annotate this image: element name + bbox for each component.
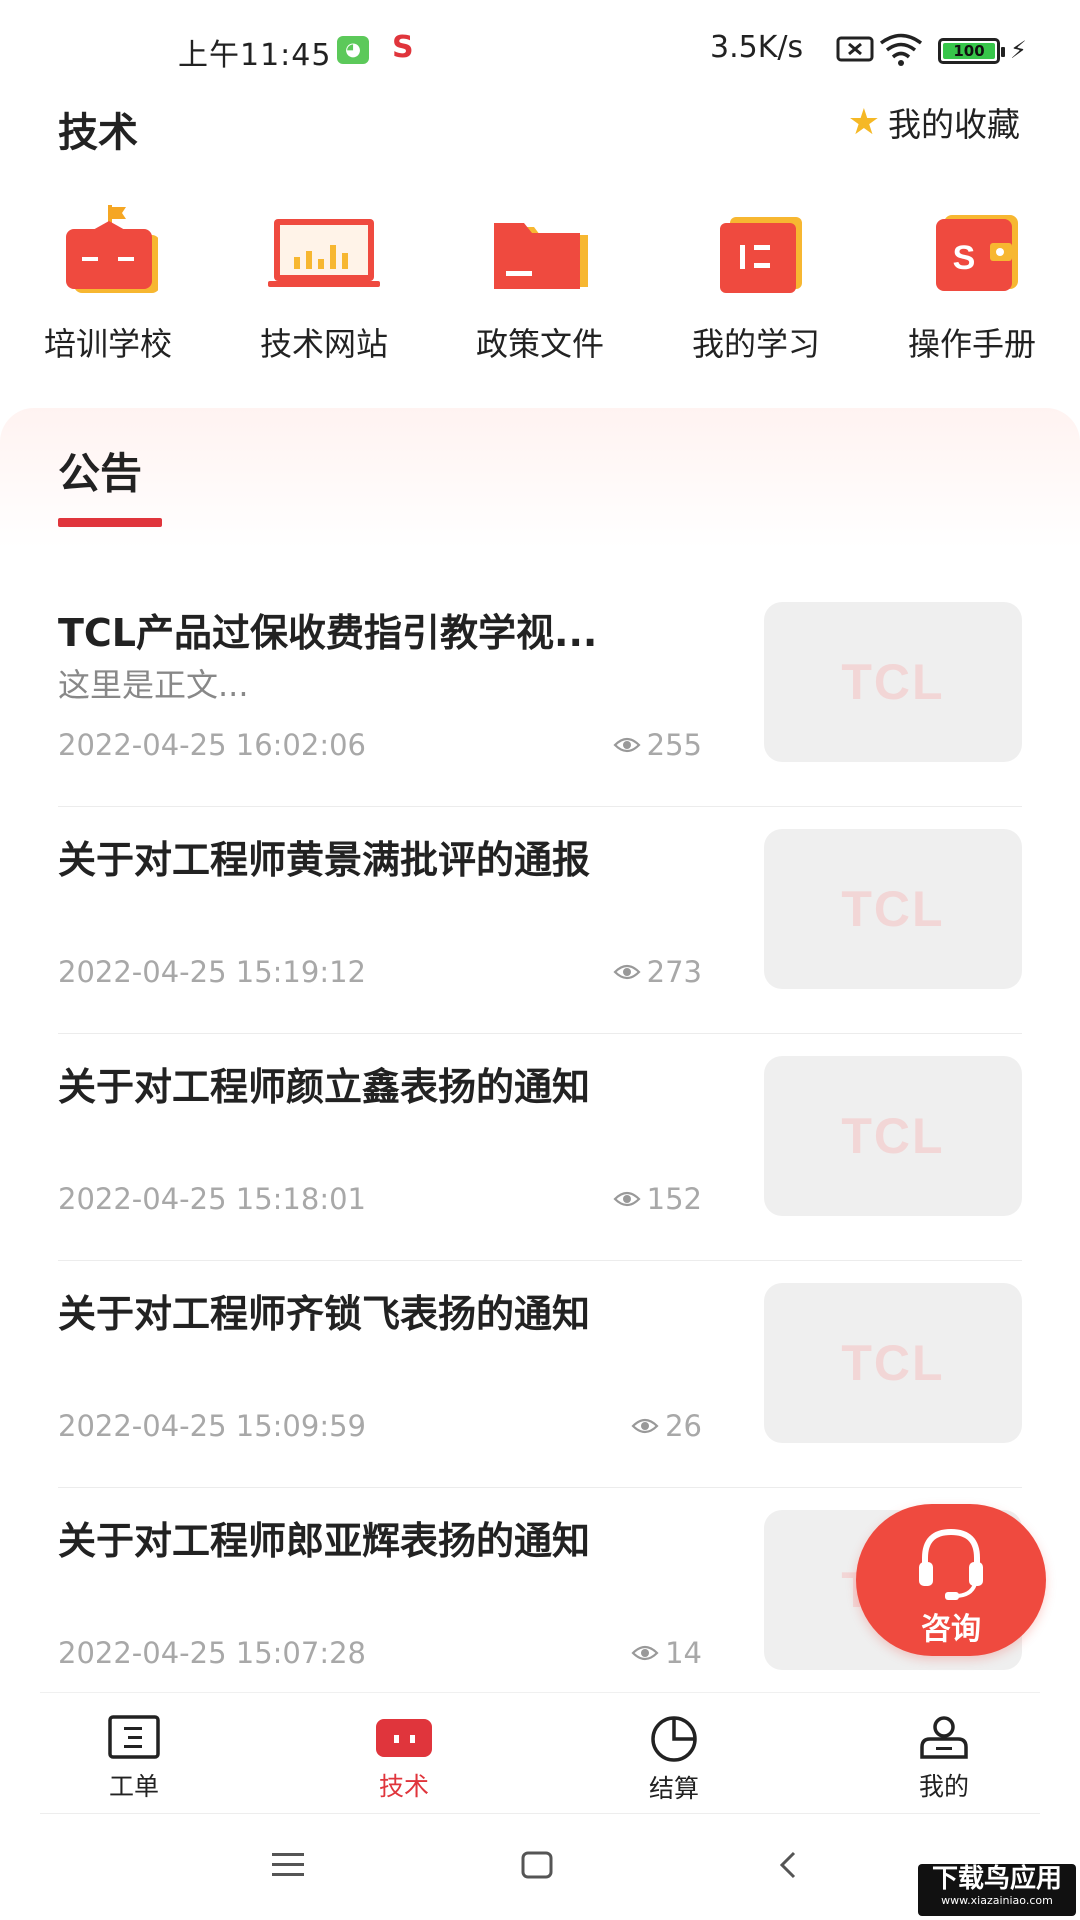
watermark: 下载鸟应用 www.xiazainiao.com [918, 1864, 1076, 1916]
work-order-icon [108, 1715, 160, 1759]
bottom-nav: 工单 技术 结算 我的 [40, 1692, 1040, 1814]
favorites-button[interactable]: ★ 我的收藏 [848, 98, 1020, 146]
nav-label: 结算 [648, 1774, 699, 1803]
headset-icon [919, 1528, 983, 1600]
nav-work-orders[interactable]: 工单 [74, 1713, 194, 1803]
item-views: 26 [631, 1409, 702, 1443]
item-views: 255 [613, 728, 702, 762]
cat-app-icon: ◕ [337, 36, 369, 64]
website-icon [268, 205, 380, 295]
item-views: 273 [613, 955, 702, 989]
view-count: 26 [665, 1409, 702, 1443]
shortcut-label: 技术网站 [259, 325, 388, 363]
status-bar: 上午11:45 ◕ S 3.5K/s 100 ⚡ [0, 0, 1080, 100]
item-summary: 这里是正文... [58, 666, 249, 704]
item-date: 2022-04-25 16:02:06 [58, 728, 366, 762]
thumb-logo: TCL [841, 1335, 945, 1391]
item-views: 14 [631, 1636, 702, 1670]
item-date: 2022-04-25 15:07:28 [58, 1636, 366, 1670]
item-views: 152 [613, 1182, 702, 1216]
consult-button[interactable]: 咨询 [856, 1504, 1046, 1656]
status-time: 上午11:45 [178, 38, 332, 73]
shortcut-policy-files[interactable]: 政策文件 [450, 205, 630, 365]
list-item[interactable]: 关于对工程师齐锁飞表扬的通知 2022-04-25 15:09:59 26 TC… [58, 1261, 1022, 1488]
school-icon [58, 205, 160, 295]
eye-icon [631, 1418, 659, 1434]
s-app-icon: S [392, 30, 414, 65]
list-item[interactable]: TCL产品过保收费指引教学视... 这里是正文... 2022-04-25 16… [58, 580, 1022, 807]
list-item[interactable]: 关于对工程师颜立鑫表扬的通知 2022-04-25 15:18:01 152 T… [58, 1034, 1022, 1261]
item-title: 关于对工程师颜立鑫表扬的通知 [58, 1065, 591, 1109]
thumb-logo: TCL [841, 654, 945, 710]
svg-text:S: S [953, 239, 976, 277]
consult-label: 咨询 [921, 1612, 981, 1647]
nav-label: 工单 [108, 1772, 159, 1801]
item-date: 2022-04-25 15:18:01 [58, 1182, 366, 1216]
item-date: 2022-04-25 15:19:12 [58, 955, 366, 989]
folder-icon [490, 205, 590, 295]
item-thumbnail: TCL [764, 1056, 1022, 1216]
item-title: TCL产品过保收费指引教学视... [58, 611, 598, 655]
back-icon[interactable] [776, 1850, 800, 1880]
favorites-label: 我的收藏 [888, 105, 1020, 144]
study-icon [706, 205, 806, 295]
item-title: 关于对工程师郎亚辉表扬的通知 [58, 1519, 591, 1563]
item-date: 2022-04-25 15:09:59 [58, 1409, 366, 1443]
shortcut-my-study[interactable]: 我的学习 [666, 205, 846, 365]
watermark-url: www.xiazainiao.com [941, 1894, 1053, 1907]
shortcut-label: 我的学习 [691, 325, 820, 363]
page-title: 技术 [58, 110, 138, 156]
nav-settlement[interactable]: 结算 [614, 1713, 734, 1805]
manual-icon: S [922, 205, 1022, 295]
profile-icon [920, 1716, 968, 1759]
wifi-icon [879, 33, 923, 66]
pie-chart-icon [651, 1716, 697, 1762]
battery-level: 100 [943, 43, 995, 59]
shortcut-tech-website[interactable]: 技术网站 [234, 205, 414, 365]
item-title: 关于对工程师黄景满批评的通报 [58, 838, 591, 882]
item-thumbnail: TCL [764, 829, 1022, 989]
shortcut-operation-manual[interactable]: S 操作手册 [882, 205, 1062, 365]
item-thumbnail: TCL [764, 1283, 1022, 1443]
item-title: 关于对工程师齐锁飞表扬的通知 [58, 1292, 591, 1336]
shortcut-label: 政策文件 [475, 325, 604, 363]
view-count: 273 [646, 955, 702, 989]
tab-announcements[interactable]: 公告 [58, 440, 142, 501]
tab-active-indicator [58, 518, 162, 527]
nav-technology[interactable]: 技术 [344, 1713, 464, 1803]
nav-mine[interactable]: 我的 [884, 1713, 1004, 1803]
nav-label: 我的 [918, 1772, 969, 1801]
technology-icon [376, 1719, 432, 1757]
item-thumbnail: TCL [764, 602, 1022, 762]
view-count: 152 [646, 1182, 702, 1216]
eye-icon [613, 737, 641, 753]
thumb-logo: TCL [841, 881, 945, 937]
watermark-title: 下载鸟应用 [931, 1864, 1062, 1894]
eye-icon [613, 964, 641, 980]
network-speed: 3.5K/s [710, 30, 804, 65]
shortcut-label: 操作手册 [907, 325, 1036, 363]
battery-icon: 100 [938, 38, 1005, 64]
charging-icon: ⚡ [1010, 36, 1027, 64]
shortcut-grid: 培训学校 技术网站 政策文件 我的学习 S 操作手册 [0, 205, 1080, 365]
view-count: 14 [665, 1636, 702, 1670]
thumb-logo: TCL [841, 1108, 945, 1164]
home-icon[interactable] [520, 1850, 554, 1880]
shortcut-label: 培训学校 [43, 325, 172, 363]
list-item[interactable]: 关于对工程师黄景满批评的通报 2022-04-25 15:19:12 273 T… [58, 807, 1022, 1034]
eye-icon [613, 1191, 641, 1207]
menu-icon[interactable] [270, 1850, 306, 1880]
shortcut-training-school[interactable]: 培训学校 [18, 205, 198, 365]
sim-off-icon [836, 36, 874, 62]
star-icon: ★ [847, 101, 880, 143]
eye-icon [631, 1645, 659, 1661]
view-count: 255 [646, 728, 702, 762]
nav-label: 技术 [378, 1772, 429, 1801]
